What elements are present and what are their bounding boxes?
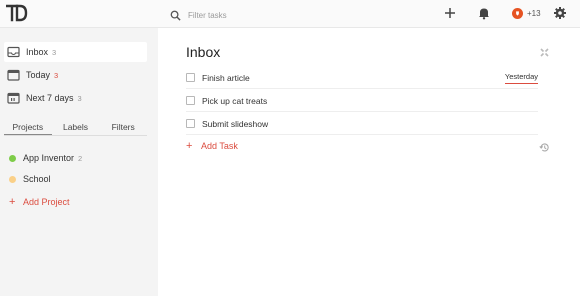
tab-labels[interactable]: Labels: [52, 120, 100, 135]
nav-next-7-days-label: Next 7 days: [26, 93, 74, 103]
tab-projects[interactable]: Projects: [4, 120, 52, 135]
task-row[interactable]: Pick up cat treats: [186, 90, 538, 112]
nav-today[interactable]: Today 3: [4, 65, 147, 85]
page-title: Inbox: [186, 44, 221, 60]
nav-next-7-days-count: 3: [77, 93, 82, 103]
task-checkbox[interactable]: [186, 96, 195, 105]
project-school[interactable]: School: [9, 172, 51, 186]
gear-icon[interactable]: [553, 6, 567, 20]
task-label: Submit slideshow: [202, 118, 269, 129]
sidebar-tabs: Projects Labels Filters: [4, 120, 147, 136]
calendar-week-icon: [7, 92, 20, 104]
search-input[interactable]: [188, 10, 408, 20]
nav-inbox-label: Inbox: [26, 47, 49, 57]
project-color-dot: [9, 154, 16, 162]
history-icon[interactable]: [539, 142, 550, 153]
task-label: Pick up cat treats: [202, 95, 268, 106]
nav-today-count: 3: [54, 70, 59, 80]
project-count: 2: [78, 153, 83, 163]
project-color-dot: [9, 175, 16, 183]
sidebar: Inbox 3 Today 3 Next 7 days 3 Projects L…: [0, 28, 158, 296]
project-label: App Inventor: [23, 153, 75, 163]
nav-next-7-days[interactable]: Next 7 days 3: [4, 88, 147, 108]
add-project-button[interactable]: + Add Project: [9, 195, 70, 209]
task-checkbox[interactable]: [186, 73, 195, 82]
task-checkbox[interactable]: [186, 119, 195, 128]
calendar-icon: [7, 69, 20, 81]
plus-icon: +: [9, 196, 16, 208]
tab-filters[interactable]: Filters: [99, 120, 147, 135]
inbox-icon: [7, 46, 20, 58]
bell-icon[interactable]: [477, 6, 491, 20]
add-task-button[interactable]: + Add Task: [186, 138, 238, 154]
task-row[interactable]: Submit slideshow: [186, 113, 538, 135]
nav-inbox-count: 3: [52, 47, 57, 57]
add-task-label: Add Task: [201, 141, 238, 151]
nav-inbox[interactable]: Inbox 3: [4, 42, 147, 62]
main-content: Inbox Finish article Yesterday Pick up c…: [158, 28, 580, 296]
task-due-date[interactable]: Yesterday: [504, 72, 538, 84]
todoist-logo-icon[interactable]: [6, 4, 28, 22]
karma-count: +13: [527, 8, 541, 18]
search-bar[interactable]: [170, 8, 430, 22]
nav-today-label: Today: [26, 70, 51, 80]
plus-icon: +: [186, 140, 193, 152]
add-project-label: Add Project: [23, 197, 70, 207]
collapse-icon[interactable]: [539, 47, 550, 58]
karma-indicator[interactable]: +13: [512, 6, 541, 20]
project-label: School: [23, 174, 51, 184]
add-task-icon[interactable]: [443, 6, 457, 20]
task-row[interactable]: Finish article Yesterday: [186, 67, 538, 89]
karma-icon: [512, 7, 523, 19]
task-label: Finish article: [202, 72, 250, 83]
search-icon: [170, 10, 181, 21]
project-app-inventor[interactable]: App Inventor 2: [9, 151, 82, 165]
top-bar: +13: [0, 0, 580, 28]
